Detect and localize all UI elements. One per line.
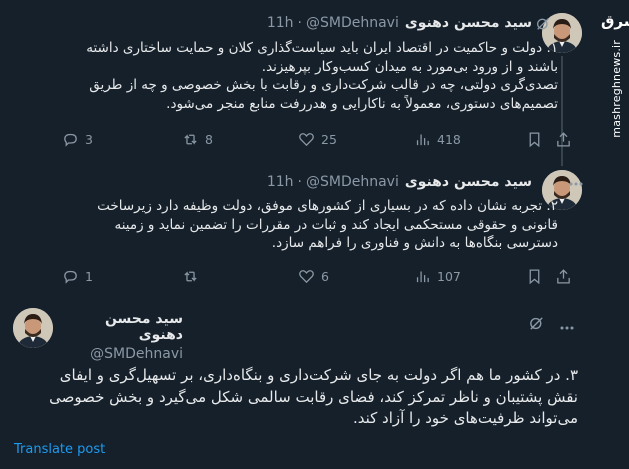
author-name[interactable]: سید محسن دهنوی [405, 15, 532, 31]
reply-icon [64, 133, 77, 147]
repost-icon [184, 134, 197, 145]
share-icon [557, 269, 570, 284]
author-handle[interactable]: @SMDehnavi [306, 15, 399, 31]
avatar-image [13, 308, 53, 348]
tweet-text: ۱. دولت و حاکمیت در اقتصاد ایران باید سی… [86, 40, 558, 112]
reply-count: 3 [85, 132, 93, 147]
author-handle[interactable]: @SMDehnavi [63, 346, 183, 362]
author-name[interactable]: سید محسن دهنوی [405, 174, 532, 190]
tweet-1[interactable]: سید محسن دهنوی @SMDehnavi · 11h ۱. دولت … [0, 0, 594, 166]
grok-icon[interactable] [535, 16, 551, 36]
tweet-time[interactable]: 11h [267, 174, 294, 190]
views-icon [416, 134, 429, 146]
reply-icon [64, 270, 77, 284]
bookmark-icon [529, 132, 540, 148]
tweet-top-icons [535, 16, 551, 36]
tweet-header: سید محسن دهنوی @SMDehnavi · 11h [267, 13, 532, 33]
more-icon[interactable] [568, 176, 584, 188]
tweet-header: سید محسن دهنوی @SMDehnavi · 11h [267, 172, 532, 192]
tweet-text: ۳. در کشور ما هم اگر دولت به جای شرکت‌دا… [49, 366, 578, 427]
bookmark-icon [529, 269, 540, 285]
heart-icon [299, 270, 314, 284]
heart-icon [299, 133, 314, 147]
author-handle[interactable]: @SMDehnavi [306, 174, 399, 190]
tweet-text: ۲. تجربه نشان داده که در بسیاری از کشوره… [97, 198, 558, 251]
bookmark-button[interactable] [526, 131, 543, 152]
repost-icon [184, 271, 197, 282]
tweet-3-focused[interactable]: سید محسن دهنوی @SMDehnavi ۳. در کشور ما … [0, 296, 594, 469]
repost-button[interactable] [182, 268, 205, 285]
repost-count: 8 [205, 132, 213, 147]
views-icon [416, 271, 429, 283]
grok-icon[interactable] [528, 315, 545, 336]
views-count: 107 [437, 269, 461, 284]
share-button[interactable] [555, 131, 572, 152]
watermark-site: mashreghnews.ir [610, 40, 623, 138]
like-count: 6 [321, 269, 329, 284]
tweet-extra-actions [526, 268, 572, 289]
bookmark-button[interactable] [526, 268, 543, 289]
author-block: سید محسن دهنوی @SMDehnavi [63, 311, 183, 362]
like-button[interactable]: 6 [298, 268, 329, 285]
separator-dot: · [297, 15, 302, 31]
reply-button[interactable]: 3 [62, 131, 93, 148]
views-button[interactable]: 107 [414, 268, 461, 285]
watermark-logo: مشرق [601, 12, 629, 30]
separator-dot: · [297, 174, 302, 190]
share-button[interactable] [555, 268, 572, 289]
tweet-top-icons [528, 315, 575, 336]
avatar[interactable] [13, 308, 53, 348]
repost-button[interactable]: 8 [182, 131, 213, 148]
more-icon[interactable] [559, 320, 575, 332]
like-count: 25 [321, 132, 337, 147]
like-button[interactable]: 25 [298, 131, 337, 148]
tweet-2[interactable]: سید محسن دهنوی @SMDehnavi · 11h ۲. تجربه… [0, 162, 594, 296]
translate-post-link[interactable]: Translate post [14, 442, 105, 457]
reply-count: 1 [85, 269, 93, 284]
views-count: 418 [437, 132, 461, 147]
share-icon [557, 132, 570, 147]
reply-button[interactable]: 1 [62, 268, 93, 285]
tweet-time[interactable]: 11h [267, 15, 294, 31]
tweet-extra-actions [526, 131, 572, 152]
watermark: مشرق mashreghnews.ir [599, 0, 629, 138]
author-name[interactable]: سید محسن دهنوی [63, 311, 183, 343]
tweet-top-icons [568, 176, 584, 188]
views-button[interactable]: 418 [414, 131, 461, 148]
